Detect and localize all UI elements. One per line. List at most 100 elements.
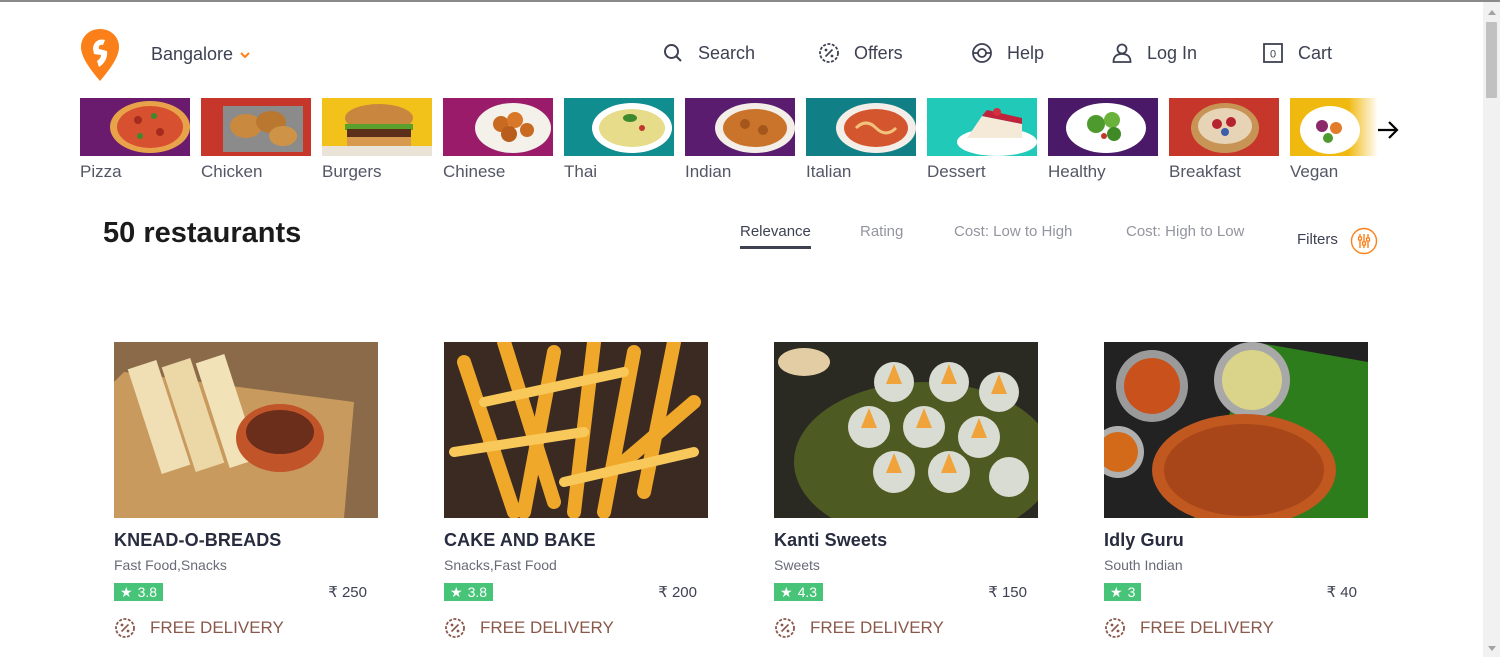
restaurant-card[interactable]: Idly Guru South Indian ★ 3 ₹ 40 FREE DEL… [1104, 342, 1368, 639]
offer-row: FREE DELIVERY [114, 617, 378, 639]
restaurant-meta: ★ 3.8 ₹ 250 [114, 583, 367, 601]
offer-text: FREE DELIVERY [480, 618, 614, 637]
nav-cart-label: Cart [1298, 42, 1333, 63]
scrollbar-thumb[interactable] [1486, 22, 1497, 98]
restaurant-card[interactable]: KNEAD-O-BREADS Fast Food,Snacks ★ 3.8 ₹ … [114, 342, 378, 639]
offer-badge-icon [445, 618, 465, 638]
category-indian-image [685, 98, 795, 156]
restaurant-name: Kanti Sweets [774, 530, 888, 550]
rating-value: 3.8 [137, 584, 158, 600]
restaurant-price: ₹ 200 [658, 584, 697, 601]
scroll-up-arrow-icon[interactable] [1488, 10, 1496, 15]
restaurant-meta: ★ 3 ₹ 40 [1104, 583, 1357, 601]
star-icon: ★ [450, 583, 463, 600]
offer-row: FREE DELIVERY [444, 617, 708, 639]
nav-help-label: Help [1007, 42, 1045, 63]
nav-cart[interactable]: 0 Cart [1262, 42, 1332, 64]
rating-badge: ★ 4.3 [774, 583, 824, 601]
nav-login-label: Log In [1147, 42, 1198, 63]
cart-count: 0 [1270, 49, 1276, 61]
rating-value: 3 [1127, 584, 1136, 600]
category-italian-image [806, 98, 916, 156]
star-icon: ★ [120, 583, 133, 600]
category-dessert[interactable]: Dessert [927, 98, 1037, 182]
restaurant-image [1104, 342, 1368, 518]
restaurant-image [774, 342, 1038, 518]
category-chicken-image [201, 98, 311, 156]
category-pizza-image [80, 98, 190, 156]
sort-relevance[interactable]: Relevance [740, 223, 811, 249]
category-healthy[interactable]: Healthy [1048, 98, 1158, 182]
category-pizza[interactable]: Pizza [80, 98, 190, 182]
restaurant-cuisine: Fast Food,Snacks [114, 557, 227, 573]
category-label: Vegan [1290, 162, 1339, 181]
star-icon: ★ [1110, 583, 1123, 600]
nav-login[interactable]: Log In [1111, 42, 1197, 64]
location-selector[interactable]: Bangalore [151, 44, 251, 65]
filters-button[interactable]: Filters [1297, 223, 1378, 255]
restaurant-card[interactable]: Kanti Sweets Sweets ★ 4.3 ₹ 150 FREE DEL… [774, 342, 1038, 639]
category-label: Dessert [927, 162, 986, 181]
arrow-right-icon[interactable] [1376, 118, 1400, 142]
rating-badge: ★ 3 [1104, 583, 1142, 601]
category-label: Breakfast [1169, 162, 1241, 181]
category-italian[interactable]: Italian [806, 98, 916, 182]
location-label: Bangalore [151, 44, 234, 64]
swiggy-logo[interactable] [80, 27, 120, 83]
category-thai-image [564, 98, 674, 156]
cart-icon: 0 [1263, 43, 1283, 63]
sort-cost-high-low[interactable]: Cost: High to Low [1126, 223, 1244, 240]
restaurant-price: ₹ 40 [1326, 584, 1357, 601]
category-indian[interactable]: Indian [685, 98, 795, 182]
nav-help[interactable]: Help [971, 42, 1044, 64]
category-label: Italian [806, 162, 852, 181]
restaurant-count: 50 restaurants [103, 217, 302, 249]
rating-value: 3.8 [467, 584, 488, 600]
category-chicken[interactable]: Chicken [201, 98, 311, 182]
rating-badge: ★ 3.8 [444, 583, 494, 601]
category-breakfast-image [1169, 98, 1279, 156]
offer-row: FREE DELIVERY [1104, 617, 1368, 639]
offer-badge-icon [115, 618, 135, 638]
category-label: Chinese [443, 162, 506, 181]
restaurant-card[interactable]: CAKE AND BAKE Snacks,Fast Food ★ 3.8 ₹ 2… [444, 342, 708, 639]
star-icon: ★ [780, 583, 793, 600]
category-label: Burgers [322, 162, 382, 181]
restaurant-cuisine: Snacks,Fast Food [444, 557, 557, 573]
restaurant-image [444, 342, 708, 518]
restaurant-cuisine: Sweets [774, 557, 820, 573]
category-breakfast[interactable]: Breakfast [1169, 98, 1279, 182]
category-thai[interactable]: Thai [564, 98, 674, 182]
offer-badge-icon [1105, 618, 1125, 638]
category-label: Indian [685, 162, 732, 181]
category-chinese-image [443, 98, 553, 156]
category-label: Thai [564, 162, 598, 181]
offers-icon [819, 43, 839, 63]
category-chinese[interactable]: Chinese [443, 98, 553, 182]
nav-offers[interactable]: Offers [818, 42, 903, 64]
window-top-border [0, 0, 1500, 2]
rating-value: 4.3 [797, 584, 818, 600]
nav-offers-label: Offers [854, 42, 903, 63]
offer-text: FREE DELIVERY [150, 618, 284, 637]
nav-search-label: Search [698, 42, 756, 63]
restaurant-cuisine: South Indian [1104, 557, 1183, 573]
category-dessert-image [927, 98, 1037, 156]
scroll-down-arrow-icon[interactable] [1488, 646, 1496, 651]
restaurant-name: KNEAD-O-BREADS [114, 530, 282, 550]
nav-search[interactable]: Search [662, 42, 755, 64]
filter-sliders-icon [1350, 227, 1378, 255]
restaurant-name: CAKE AND BAKE [444, 530, 596, 550]
vertical-scrollbar[interactable] [1483, 2, 1500, 657]
offer-row: FREE DELIVERY [774, 617, 1038, 639]
restaurant-meta: ★ 3.8 ₹ 200 [444, 583, 697, 601]
sort-cost-low-high[interactable]: Cost: Low to High [954, 223, 1072, 240]
category-healthy-image [1048, 98, 1158, 156]
help-icon [972, 43, 992, 63]
restaurant-price: ₹ 250 [328, 584, 367, 601]
category-burgers[interactable]: Burgers [322, 98, 432, 182]
sort-rating[interactable]: Rating [860, 223, 903, 240]
offer-text: FREE DELIVERY [810, 618, 944, 637]
chevron-down-icon [240, 51, 250, 58]
rating-badge: ★ 3.8 [114, 583, 164, 601]
